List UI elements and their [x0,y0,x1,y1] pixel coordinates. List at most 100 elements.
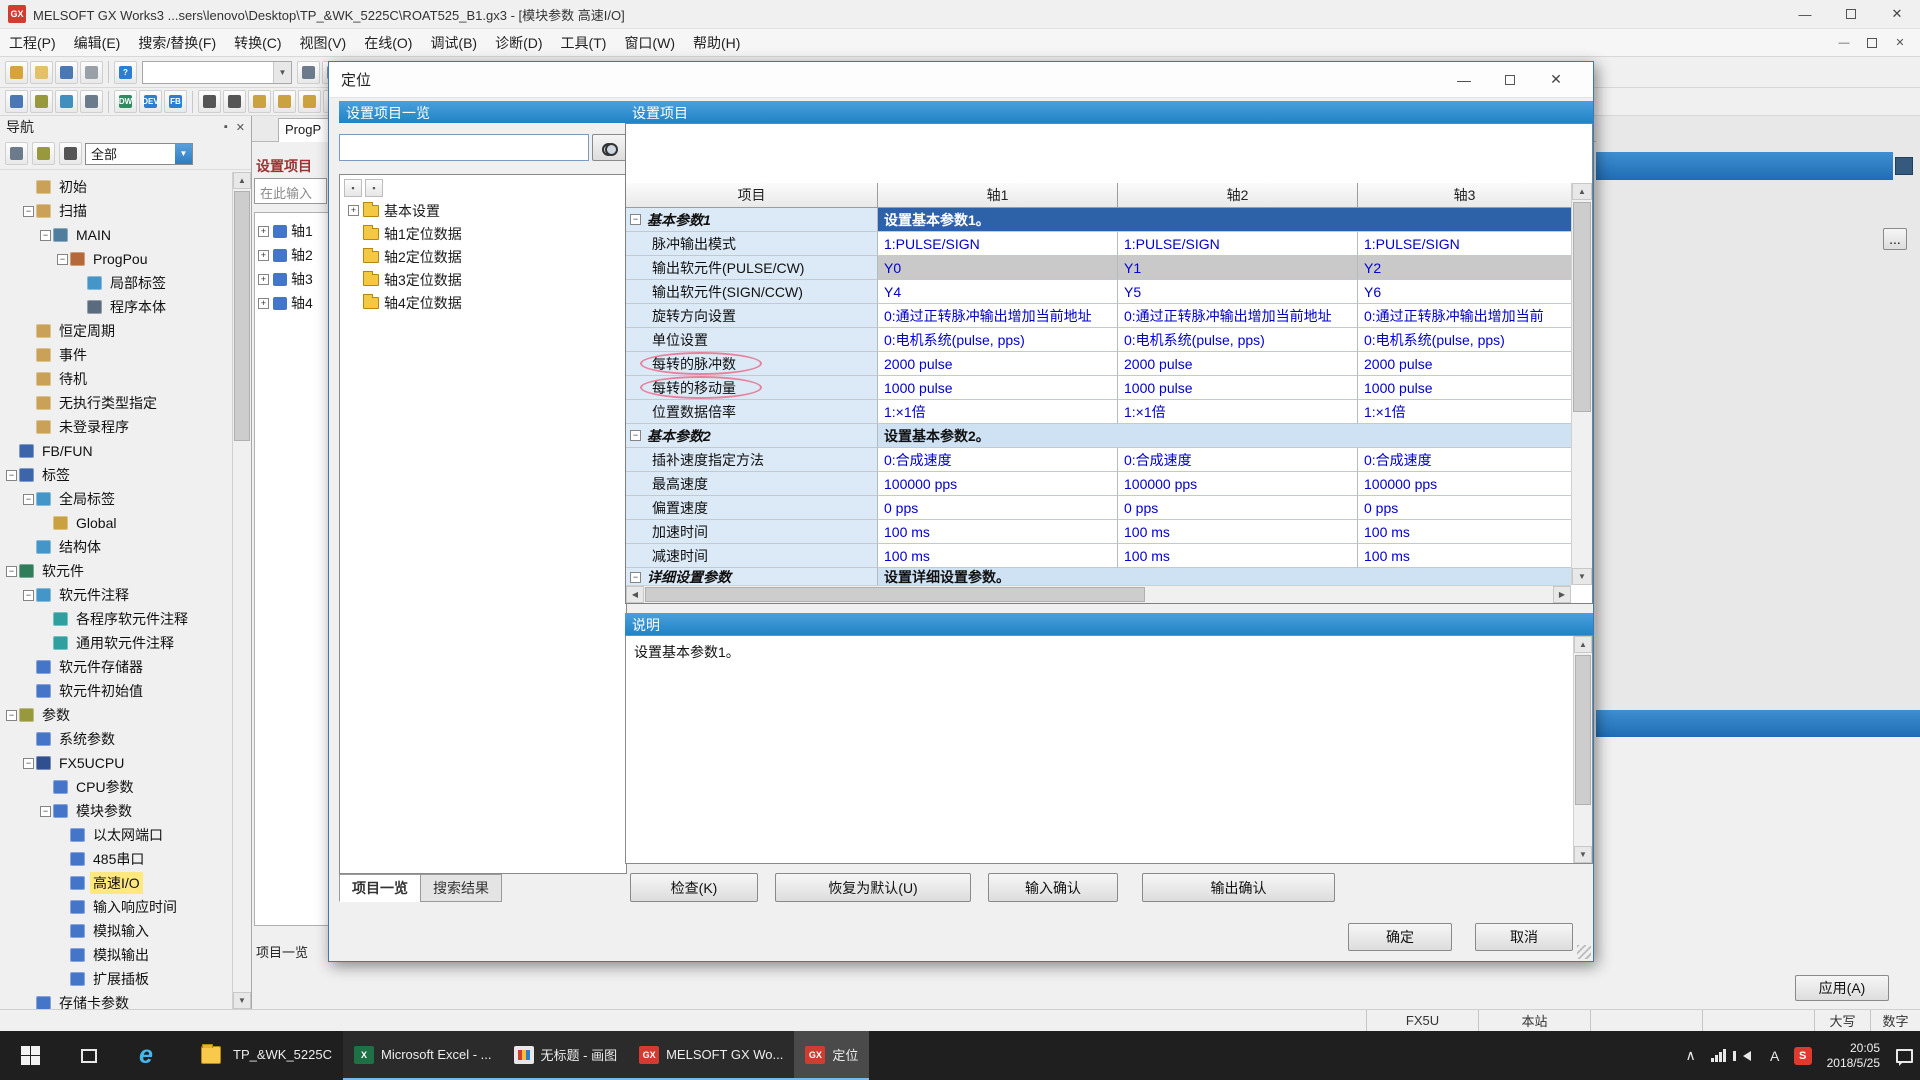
toolbar-icon-ladder-coil[interactable] [223,90,246,113]
close-button[interactable]: ✕ [1874,0,1920,28]
nav-item-模拟输入[interactable]: 模拟输入 [0,919,232,943]
item-cell[interactable]: 输出软元件(PULSE/CW) [626,256,878,280]
nav-item-模块参数[interactable]: −模块参数 [0,799,232,823]
menu-在线(O)[interactable]: 在线(O) [355,29,421,56]
value-cell[interactable]: 0:通过正转脉冲输出增加当前地址 [1118,304,1358,328]
scroll-thumb[interactable] [1573,202,1591,412]
nav-item-软元件注释[interactable]: −软元件注释 [0,583,232,607]
tray-chevron-icon[interactable]: ∧ [1679,1031,1703,1080]
nav-item-软元件[interactable]: −软元件 [0,559,232,583]
item-cell[interactable]: 插补速度指定方法 [626,448,878,472]
value-cell[interactable]: 0:电机系统(pulse, pps) [1118,328,1358,352]
table-horizontal-scrollbar[interactable]: ◀ ▶ [626,585,1571,603]
scroll-down-icon[interactable]: ▼ [1572,568,1592,585]
collapse-icon[interactable]: − [57,254,68,265]
nav-scrollbar[interactable]: ▲ ▼ [232,172,251,1009]
value-cell[interactable]: 2000 pulse [1358,352,1571,376]
value-cell[interactable]: 100000 pps [1118,472,1358,496]
collapse-icon[interactable]: − [23,758,34,769]
toolbar-icon-watch-window[interactable] [80,90,103,113]
value-cell[interactable]: 0 pps [878,496,1118,520]
nav-item-未登录程序[interactable]: 未登录程序 [0,415,232,439]
value-cell[interactable]: 100 ms [878,544,1118,568]
menu-视图(V)[interactable]: 视图(V) [291,29,356,56]
nav-item-标签[interactable]: −标签 [0,463,232,487]
value-cell[interactable]: 1:PULSE/SIGN [878,232,1118,256]
scroll-thumb[interactable] [234,191,250,441]
nav-item-FX5UCPU[interactable]: −FX5UCPU [0,751,232,775]
toolbar-icon-fb-display[interactable]: FB [164,90,187,113]
nav-item-参数[interactable]: −参数 [0,703,232,727]
nav-item-无执行类型指定[interactable]: 无执行类型指定 [0,391,232,415]
dialog-minimize-button[interactable]: — [1441,65,1487,95]
toolbar-icon-find[interactable] [297,61,320,84]
taskbar-item-Microsoft Excel - ...[interactable]: XMicrosoft Excel - ... [343,1031,503,1080]
nav-item-以太网端口[interactable]: 以太网端口 [0,823,232,847]
toolbar-icon-program-check[interactable] [5,90,28,113]
nav-item-全局标签[interactable]: −全局标签 [0,487,232,511]
toolbar-icon-statement-display[interactable] [273,90,296,113]
menu-编辑(E)[interactable]: 编辑(E) [65,29,130,56]
scroll-down-icon[interactable]: ▼ [1574,846,1592,863]
nav-item-存储卡参数[interactable]: 存储卡参数 [0,991,232,1009]
value-cell[interactable]: Y1 [1118,256,1358,280]
menu-转换(C)[interactable]: 转换(C) [225,29,290,56]
collapse-icon[interactable]: − [630,430,641,441]
nav-item-软元件存储器[interactable]: 软元件存储器 [0,655,232,679]
search-button[interactable] [592,134,627,161]
value-cell[interactable]: Y0 [878,256,1118,280]
restore-default-button[interactable]: 恢复为默认(U) [775,873,971,902]
nav-item-485串口[interactable]: 485串口 [0,847,232,871]
toolbar-icon-note-display[interactable] [298,90,321,113]
volume-icon[interactable] [1735,1031,1759,1080]
toolbar-icon-parameter-setting[interactable] [30,90,53,113]
toolbar-icon-device-comment[interactable] [55,90,78,113]
value-cell[interactable]: 0:通过正转脉冲输出增加当前 [1358,304,1571,328]
scroll-up-icon[interactable]: ▲ [233,172,251,189]
tab-项目一览[interactable]: 项目一览 [339,874,421,902]
nav-item-Global[interactable]: Global [0,511,232,535]
item-cell[interactable]: −基本参数1 [626,208,878,232]
nav-item-结构体[interactable]: 结构体 [0,535,232,559]
dialog-tree-item-基本设置[interactable]: +基本设置 [340,199,626,222]
tab-搜索结果[interactable]: 搜索结果 [420,874,502,902]
resize-grip[interactable] [1577,945,1591,959]
pin-icon[interactable]: ▪ [224,121,228,134]
value-cell[interactable]: Y2 [1358,256,1571,280]
item-cell[interactable]: 输出软元件(SIGN/CCW) [626,280,878,304]
toolbar-icon-print[interactable] [80,61,103,84]
cancel-button[interactable]: 取消 [1475,923,1573,951]
nav-filter-dropdown[interactable]: 全部 ▼ [85,143,193,165]
collapse-icon[interactable]: − [23,494,34,505]
apply-button[interactable]: 应用(A) [1795,975,1889,1001]
table-vertical-scrollbar[interactable]: ▲ ▼ [1571,183,1592,585]
value-cell[interactable]: Y5 [1118,280,1358,304]
task-view-button[interactable] [60,1031,118,1080]
network-icon[interactable] [1707,1031,1731,1080]
value-cell[interactable]: Y6 [1358,280,1571,304]
value-cell[interactable]: 2000 pulse [878,352,1118,376]
collapse-icon[interactable]: − [40,230,51,241]
value-cell[interactable]: 1:×1倍 [1118,400,1358,424]
value-cell[interactable]: 0:合成速度 [1358,448,1571,472]
value-cell[interactable]: 0:通过正转脉冲输出增加当前地址 [878,304,1118,328]
value-cell[interactable]: 1000 pulse [1118,376,1358,400]
nav-item-高速I/O[interactable]: 高速I/O [0,871,232,895]
value-cell[interactable]: 100 ms [1118,520,1358,544]
nav-item-待机[interactable]: 待机 [0,367,232,391]
value-cell[interactable]: 1:×1倍 [878,400,1118,424]
toolbar-icon-comment-display[interactable] [248,90,271,113]
start-button[interactable] [0,1031,60,1080]
nav-item-输入响应时间[interactable]: 输入响应时间 [0,895,232,919]
value-cell[interactable]: 2000 pulse [1118,352,1358,376]
dialog-close-button[interactable]: ✕ [1533,65,1579,95]
item-cell[interactable]: 旋转方向设置 [626,304,878,328]
menu-工具(T)[interactable]: 工具(T) [552,29,616,56]
nav-item-软元件初始值[interactable]: 软元件初始值 [0,679,232,703]
value-cell[interactable]: 1000 pulse [1358,376,1571,400]
nav-gear-icon[interactable] [59,142,82,165]
value-cell[interactable]: 1000 pulse [878,376,1118,400]
nav-item-各程序软元件注释[interactable]: 各程序软元件注释 [0,607,232,631]
nav-item-通用软元件注释[interactable]: 通用软元件注释 [0,631,232,655]
collapse-icon[interactable]: − [630,214,641,225]
